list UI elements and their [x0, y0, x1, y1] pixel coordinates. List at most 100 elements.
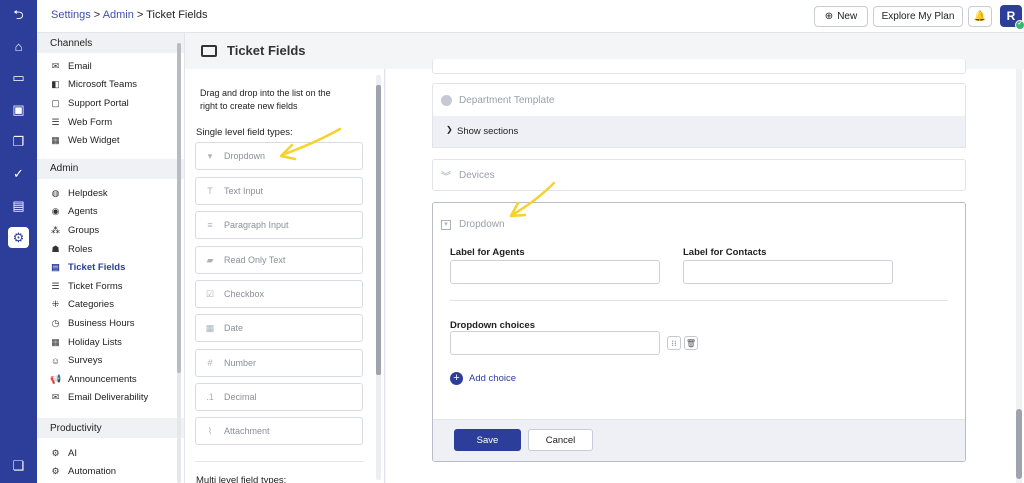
- editor-scroll-thumb[interactable]: [1016, 409, 1022, 479]
- multi-level-header: Multi level field types:: [196, 475, 287, 483]
- nav-item-ticket-fields[interactable]: ▤ Ticket Fields: [37, 258, 184, 277]
- dropdown-field-editor: ▾ Dropdown Label for Agents Label for Co…: [432, 202, 966, 462]
- nav-item-automation[interactable]: ⚙ Automation: [37, 463, 184, 482]
- nav-section-admin: Admin: [37, 158, 184, 179]
- contacts-icon[interactable]: ▣: [8, 99, 29, 120]
- text-t-icon: T: [207, 186, 213, 196]
- nav-item-holiday-lists[interactable]: ▦ Holiday Lists: [37, 333, 184, 352]
- nav-item-web-widget[interactable]: ▦ Web Widget: [37, 131, 184, 150]
- field-type-attachment[interactable]: ⌇ Attachment: [195, 417, 363, 445]
- editor-scrollbar[interactable]: [1016, 69, 1022, 483]
- show-sections-toggle[interactable]: ❯ Show sections: [432, 116, 966, 148]
- dropdown-choice-input[interactable]: [450, 331, 660, 355]
- breadcrumb-admin[interactable]: Admin: [103, 9, 134, 21]
- clock-icon: ◷: [51, 317, 60, 328]
- teams-icon: ◧: [51, 79, 60, 90]
- palette-description: Drag and drop into the list on the right…: [200, 88, 331, 111]
- nav-item-email[interactable]: ✉ Email: [37, 57, 184, 76]
- nav-item-groups[interactable]: ⁂ Groups: [37, 221, 184, 240]
- chat-icon[interactable]: ❏: [8, 455, 29, 476]
- cancel-button[interactable]: Cancel: [528, 429, 593, 451]
- nav-scroll-thumb[interactable]: [177, 43, 181, 373]
- field-type-checkbox[interactable]: ☑ Checkbox: [195, 280, 363, 308]
- nav-item-roles[interactable]: ☗ Roles: [37, 240, 184, 259]
- field-card-department-template[interactable]: Department Template: [432, 83, 966, 117]
- tickets-icon[interactable]: ▭: [8, 67, 29, 88]
- palette-scrollbar[interactable]: [376, 75, 381, 480]
- ticket-fields-icon: ▤: [51, 262, 60, 273]
- settings-gear-icon[interactable]: ⚙: [8, 227, 29, 248]
- label-for-contacts-input[interactable]: [683, 260, 893, 284]
- app-icon-rail: ⮌ ⌂ ▭ ▣ ❐ ✓ ▤ ⚙ ❏: [0, 0, 37, 483]
- breadcrumb-settings[interactable]: Settings: [51, 9, 91, 21]
- annotation-arrow-editor: [509, 181, 556, 218]
- trash-icon[interactable]: 🗑: [684, 336, 698, 350]
- nav-scrollbar[interactable]: [177, 43, 181, 483]
- nav-item-surveys[interactable]: ☺ Surveys: [37, 351, 184, 370]
- categories-icon: ⁜: [51, 299, 60, 310]
- field-type-date[interactable]: ▦ Date: [195, 314, 363, 342]
- nav-item-ticket-forms[interactable]: ☰ Ticket Forms: [37, 277, 184, 296]
- nav-section-channels: Channels: [37, 33, 184, 53]
- knowledge-base-icon[interactable]: ❐: [8, 131, 29, 152]
- plus-circle-icon: +: [450, 372, 463, 385]
- checkbox-icon: ☑: [205, 288, 215, 299]
- field-type-text-input[interactable]: T Text Input: [195, 177, 363, 205]
- number-icon: #: [207, 358, 213, 368]
- notifications-bell-icon[interactable]: 🔔: [968, 6, 992, 27]
- ticket-forms-icon: ☰: [51, 280, 60, 291]
- top-bar: Settings > Admin > Ticket Fields ⊕ New Ex…: [37, 0, 1024, 33]
- field-type-decimal[interactable]: .1 Decimal: [195, 383, 363, 411]
- add-choice-button[interactable]: + Add choice: [450, 372, 516, 385]
- drag-handle-icon[interactable]: ⁝⁝: [667, 336, 681, 350]
- nav-item-ai[interactable]: ⚙ AI: [37, 444, 184, 463]
- nav-section-productivity: Productivity: [37, 418, 184, 439]
- editor-footer: Save Cancel: [433, 419, 965, 461]
- palette-scroll-thumb[interactable]: [376, 85, 381, 375]
- double-chevron-down-icon: ︾: [441, 172, 451, 183]
- ai-gear-icon: ⚙: [51, 447, 60, 458]
- dropdown-choices-label: Dropdown choices: [450, 320, 535, 331]
- nav-item-web-form[interactable]: ☰ Web Form: [37, 113, 184, 132]
- roles-icon: ☗: [51, 243, 60, 254]
- previous-field-card[interactable]: [432, 59, 966, 74]
- nav-item-support-portal[interactable]: ▢ Support Portal: [37, 94, 184, 113]
- dropdown-icon: ▾: [207, 150, 213, 161]
- dropdown-field-title: Dropdown: [459, 219, 505, 230]
- plus-circle-icon: ⊕: [824, 11, 834, 22]
- explore-plan-button[interactable]: Explore My Plan: [873, 6, 963, 27]
- palette-divider: [195, 461, 363, 462]
- avatar[interactable]: R ✓: [1000, 5, 1024, 30]
- nav-item-email-deliverability[interactable]: ✉ Email Deliverability: [37, 389, 184, 408]
- home-icon[interactable]: ⌂: [8, 36, 29, 57]
- nav-item-announcements[interactable]: 📢 Announcements: [37, 370, 184, 389]
- editor-divider: [450, 300, 948, 301]
- tasks-icon[interactable]: ✓: [8, 163, 29, 184]
- new-button[interactable]: ⊕ New: [814, 6, 868, 27]
- nav-item-microsoft-teams[interactable]: ◧ Microsoft Teams: [37, 76, 184, 95]
- label-for-agents-input[interactable]: [450, 260, 660, 284]
- page-title: Ticket Fields: [201, 43, 306, 58]
- chevron-right-icon: ❯: [446, 125, 453, 134]
- save-button[interactable]: Save: [454, 429, 521, 451]
- tag-icon: ▰: [206, 254, 214, 265]
- reports-icon[interactable]: ▤: [8, 195, 29, 216]
- logo-icon[interactable]: ⮌: [8, 6, 29, 27]
- nav-item-categories[interactable]: ⁜ Categories: [37, 296, 184, 315]
- paragraph-icon: ≡: [207, 220, 213, 230]
- online-check-icon: ✓: [1015, 20, 1024, 30]
- field-type-paragraph-input[interactable]: ≡ Paragraph Input: [195, 211, 363, 239]
- nav-item-business-hours[interactable]: ◷ Business Hours: [37, 314, 184, 333]
- field-type-read-only-text[interactable]: ▰ Read Only Text: [195, 246, 363, 274]
- groups-icon: ⁂: [51, 224, 60, 235]
- agent-icon: ◉: [51, 206, 60, 217]
- dropdown-icon: ▾: [441, 220, 451, 230]
- settings-nav: Channels ✉ Email ◧ Microsoft Teams ▢ Suppor…: [37, 33, 185, 483]
- nav-item-helpdesk[interactable]: ◍ Helpdesk: [37, 184, 184, 203]
- field-type-number[interactable]: # Number: [195, 349, 363, 377]
- field-types-palette: Drag and drop into the list on the right…: [185, 69, 385, 483]
- annotation-arrow-palette: [279, 127, 342, 161]
- nav-item-agents[interactable]: ◉ Agents: [37, 203, 184, 222]
- megaphone-icon: 📢: [50, 373, 62, 384]
- fields-editor: Department Template ❯ Show sections ︾ De…: [386, 59, 1024, 483]
